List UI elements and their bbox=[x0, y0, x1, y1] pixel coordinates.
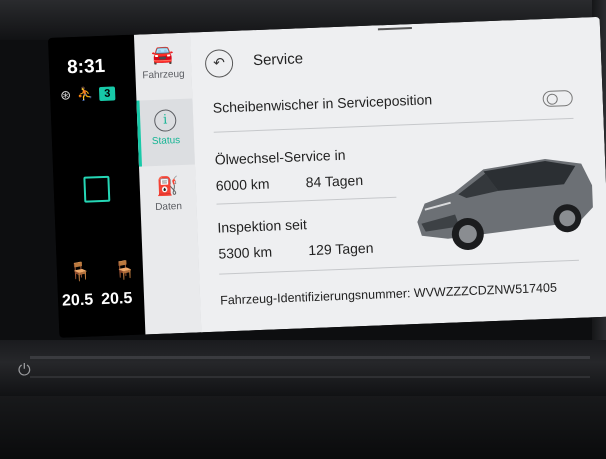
seat-heating-left-icon[interactable]: 🪑 bbox=[69, 262, 92, 284]
tab-label: Fahrzeug bbox=[142, 68, 185, 82]
tab-fahrzeug[interactable]: 🚘 Fahrzeug bbox=[134, 33, 192, 101]
divider bbox=[213, 117, 574, 133]
tab-status[interactable]: i Status bbox=[136, 98, 195, 167]
pull-down-handle[interactable] bbox=[377, 27, 412, 31]
dashboard-lower bbox=[0, 396, 606, 459]
vehicle-illustration bbox=[417, 159, 593, 251]
divider bbox=[216, 196, 397, 205]
passenger-icon: ⛹ bbox=[76, 86, 94, 102]
service-panel: ↶ Service Scheibenwischer in Serviceposi… bbox=[189, 16, 606, 333]
tab-daten[interactable]: ⛽ Daten bbox=[139, 164, 197, 232]
seat-heating-controls: 🪑 🪑 bbox=[69, 260, 137, 284]
climate-temperatures: 20.5 20.5 bbox=[62, 290, 133, 311]
temp-left[interactable]: 20.5 bbox=[62, 291, 94, 310]
power-icon[interactable]: ⏻ bbox=[18, 362, 31, 380]
status-icons: ⊛ ⛹ 3 bbox=[60, 85, 116, 103]
clock: 8:31 bbox=[66, 55, 106, 79]
oil-service-days: 84 Tagen bbox=[305, 172, 364, 191]
divider bbox=[219, 259, 579, 275]
home-button[interactable] bbox=[83, 175, 111, 203]
inspection-days: 129 Tagen bbox=[308, 239, 374, 259]
wiper-service-toggle[interactable] bbox=[542, 89, 573, 108]
back-button[interactable]: ↶ bbox=[204, 48, 234, 78]
infotainment-screen: 8:31 ⊛ ⛹ 3 🪑 🪑 20.5 20.5 🚘 Fahrzeug i St… bbox=[48, 16, 606, 338]
car-icon: 🚘 bbox=[151, 44, 175, 66]
temp-right[interactable]: 20.5 bbox=[101, 290, 133, 309]
oil-service-distance: 6000 km bbox=[215, 175, 270, 194]
trim-line bbox=[30, 356, 590, 359]
trim-line bbox=[30, 376, 590, 378]
vin-label: Fahrzeug-Identifizierungsnummer: WVWZZZC… bbox=[219, 280, 558, 308]
seat-heating-right-icon[interactable]: 🪑 bbox=[113, 260, 136, 282]
tab-label: Daten bbox=[155, 200, 183, 214]
inspection-distance: 5300 km bbox=[218, 243, 273, 262]
wiper-service-label: Scheibenwischer in Serviceposition bbox=[212, 91, 433, 116]
info-icon: i bbox=[153, 109, 177, 132]
status-column: 8:31 ⊛ ⛹ 3 🪑 🪑 20.5 20.5 bbox=[48, 34, 146, 338]
inspection-label: Inspektion seit bbox=[217, 216, 308, 236]
tab-label: Status bbox=[151, 135, 181, 148]
oil-service-label: Ölwechsel-Service in bbox=[214, 146, 346, 168]
connectivity-icon: ⊛ bbox=[59, 87, 72, 103]
back-arrow-icon: ↶ bbox=[212, 54, 226, 71]
page-title: Service bbox=[252, 50, 304, 70]
climate-control-strip bbox=[0, 340, 606, 396]
fuel-data-icon: ⛽ bbox=[156, 176, 180, 197]
notification-badge[interactable]: 3 bbox=[99, 86, 116, 102]
